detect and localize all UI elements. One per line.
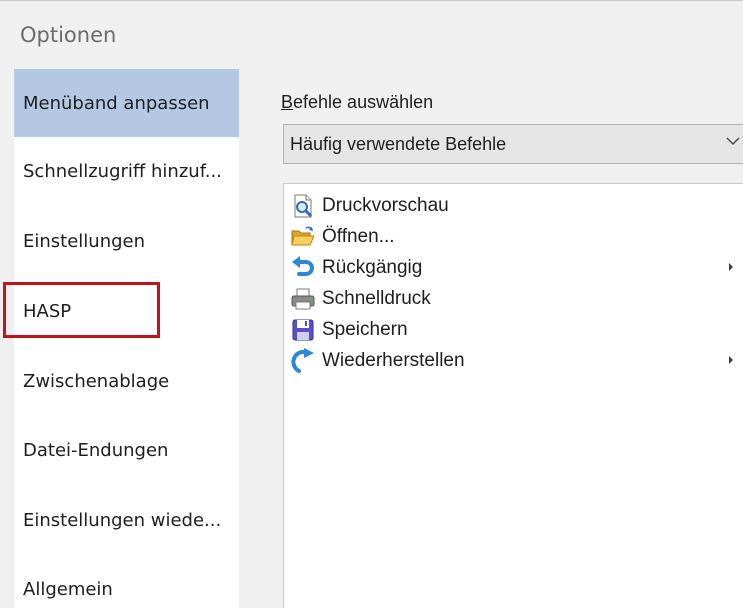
- sidebar-item-zwischenablage[interactable]: Zwischenablage: [14, 347, 239, 415]
- list-item-label: Druckvorschau: [322, 194, 449, 216]
- chevron-down-icon: [726, 137, 740, 145]
- list-item-label: Wiederherstellen: [322, 349, 465, 371]
- options-dialog: Optionen Menüband anpassen Schnellzugrif…: [0, 0, 743, 608]
- sidebar-item-label: HASP: [23, 300, 72, 322]
- commands-list[interactable]: Druckvorschau Öffnen... Rückgängig Schne…: [283, 183, 743, 608]
- sidebar-item-schnellzugriff[interactable]: Schnellzugriff hinzuf...: [14, 137, 239, 205]
- options-sidebar: Menüband anpassen Schnellzugriff hinzuf.…: [14, 69, 239, 608]
- sidebar-item-einstellungen-wiederherstellen[interactable]: Einstellungen wiede...: [14, 486, 239, 554]
- sidebar-item-allgemein[interactable]: Allgemein: [14, 555, 239, 608]
- submenu-arrow-icon: [729, 356, 733, 364]
- redo-icon: [288, 347, 318, 375]
- save-icon: [288, 316, 318, 344]
- sidebar-item-hasp[interactable]: HASP: [14, 277, 239, 345]
- open-folder-icon: [288, 223, 318, 251]
- main-panel: Befehle auswählen Häufig verwendete Befe…: [239, 69, 743, 608]
- sidebar-item-label: Zwischenablage: [23, 370, 170, 392]
- sidebar-item-label: Einstellungen: [23, 230, 146, 252]
- sidebar-item-label: Menüband anpassen: [23, 92, 210, 114]
- undo-icon: [288, 254, 318, 282]
- sidebar-item-label: Datei-Endungen: [23, 439, 169, 461]
- sidebar-item-menueband-anpassen[interactable]: Menüband anpassen: [14, 69, 239, 137]
- list-item-oeffnen[interactable]: Öffnen...: [288, 221, 743, 252]
- commands-label-accelerator: B: [281, 92, 294, 112]
- list-item-label: Speichern: [322, 318, 408, 340]
- commands-category-dropdown[interactable]: Häufig verwendete Befehle: [283, 124, 743, 164]
- commands-label: Befehle auswählen: [281, 92, 433, 113]
- quick-print-icon: [288, 285, 318, 313]
- sidebar-item-datei-endungen[interactable]: Datei-Endungen: [14, 416, 239, 484]
- list-item-schnelldruck[interactable]: Schnelldruck: [288, 283, 743, 314]
- list-item-label: Öffnen...: [322, 225, 395, 247]
- list-item-label: Rückgängig: [322, 256, 423, 278]
- sidebar-item-einstellungen[interactable]: Einstellungen: [14, 207, 239, 275]
- list-item-speichern[interactable]: Speichern: [288, 314, 743, 345]
- sidebar-item-label: Schnellzugriff hinzuf...: [23, 160, 222, 182]
- sidebar-item-label: Einstellungen wiede...: [23, 509, 222, 531]
- sidebar-item-label: Allgemein: [23, 578, 113, 600]
- print-preview-icon: [288, 192, 318, 220]
- dropdown-value: Häufig verwendete Befehle: [290, 133, 507, 154]
- list-item-druckvorschau[interactable]: Druckvorschau: [288, 190, 743, 221]
- submenu-arrow-icon: [729, 263, 733, 271]
- list-item-label: Schnelldruck: [322, 287, 431, 309]
- list-item-wiederherstellen[interactable]: Wiederherstellen: [288, 345, 743, 376]
- commands-label-text: efehle auswählen: [293, 92, 434, 112]
- list-item-rueckgaengig[interactable]: Rückgängig: [288, 252, 743, 283]
- dialog-title: Optionen: [20, 23, 117, 47]
